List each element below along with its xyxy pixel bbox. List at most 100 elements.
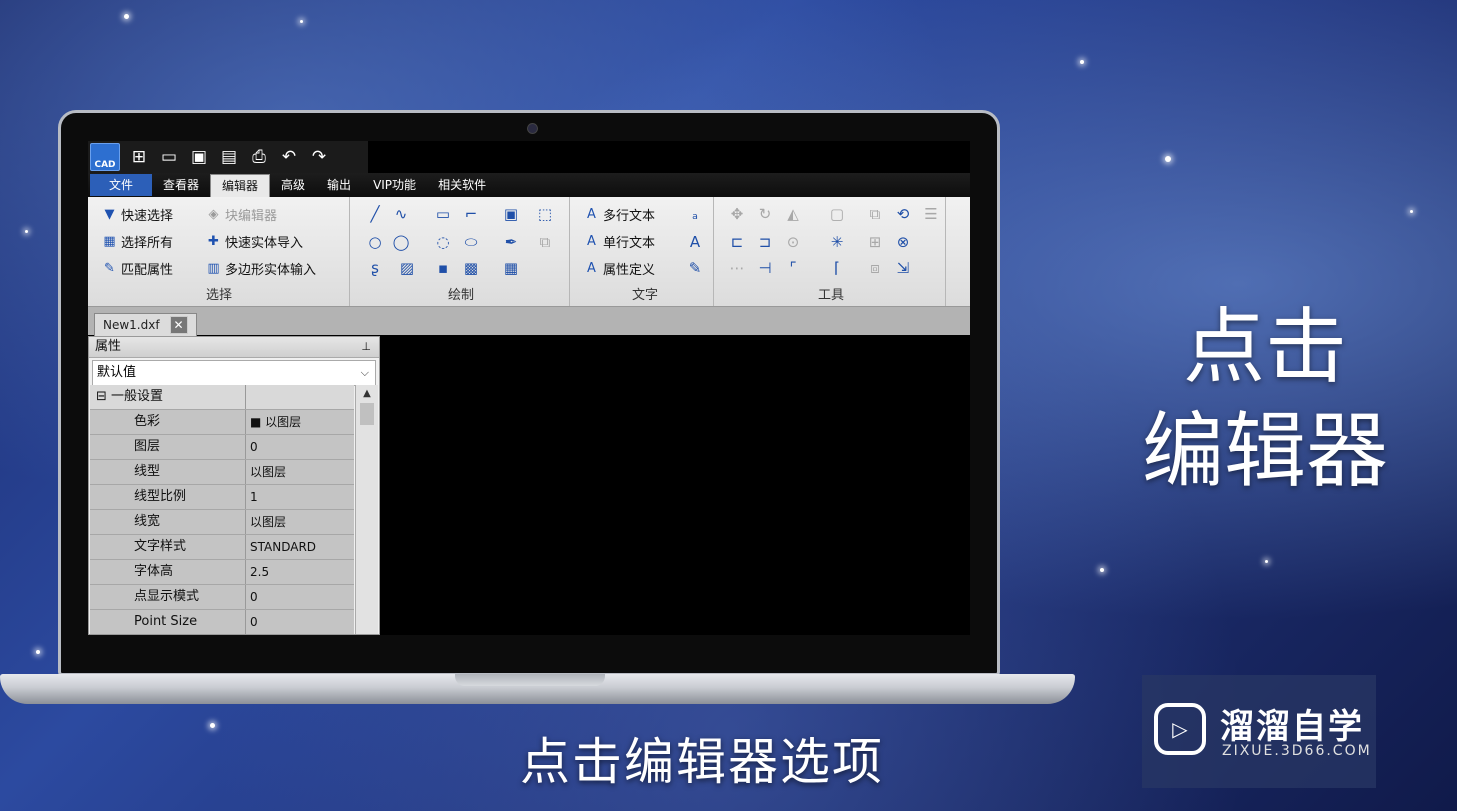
rectangle-icon[interactable]: ▭ — [434, 205, 452, 223]
property-name: 字体高 — [90, 560, 246, 584]
property-value[interactable]: 2.5 — [246, 560, 354, 584]
scroll-up-icon[interactable]: ▲ — [356, 385, 378, 403]
ellipse-icon[interactable]: ⬭ — [462, 233, 480, 251]
property-value[interactable]: 以图层 — [246, 460, 354, 484]
list-icon[interactable]: ☰ — [922, 205, 940, 223]
edit-text-icon[interactable]: ✎ — [686, 259, 704, 277]
freehand-icon[interactable]: ʂ — [366, 259, 384, 277]
app-logo[interactable]: CAD — [90, 143, 120, 171]
property-row[interactable]: 线型 以图层 — [90, 460, 354, 485]
property-row[interactable]: 字体高 2.5 — [90, 560, 354, 585]
pin-icon[interactable]: ⊥ — [361, 337, 371, 357]
save-as-icon[interactable]: ▤ — [218, 146, 240, 168]
pen-icon[interactable]: ✒ — [502, 233, 520, 251]
menu-related-software[interactable]: 相关软件 — [427, 174, 497, 196]
trim-icon[interactable]: ⊐ — [756, 233, 774, 251]
attribute-definition-button[interactable]: A 属性定义 — [584, 259, 655, 278]
move-icon[interactable]: ✥ — [728, 205, 746, 223]
fillet-icon[interactable]: ⌜ — [784, 259, 802, 277]
side-title-line2: 编辑器 — [1141, 404, 1388, 499]
text-icon: A — [587, 234, 596, 249]
property-row[interactable]: 点显示模式 0 — [90, 585, 354, 610]
property-row[interactable]: 图层 0 — [90, 435, 354, 460]
text-style-icon[interactable]: ₐ — [686, 205, 704, 223]
select-all-button[interactable]: ▦ 选择所有 — [102, 232, 173, 251]
copy-icon[interactable]: ⧉ — [866, 205, 884, 223]
property-value[interactable]: 0 — [246, 585, 354, 609]
match-properties-button[interactable]: ✎ 匹配属性 — [102, 259, 173, 278]
hatch-icon[interactable]: ▨ — [398, 259, 416, 277]
print-icon[interactable]: ⎙ — [248, 146, 270, 168]
section-header[interactable]: ⊟ 一般设置 — [90, 385, 354, 410]
polyline-icon[interactable]: ⌐ — [462, 205, 480, 223]
property-row[interactable]: Point Size 0 — [90, 610, 354, 634]
save-icon[interactable]: ▣ — [188, 146, 210, 168]
property-row[interactable]: 文字样式 STANDARD — [90, 535, 354, 560]
offset-icon[interactable]: ⊏ — [728, 233, 746, 251]
group-icon[interactable]: ⊞ — [866, 233, 884, 251]
multiline-text-button[interactable]: A 多行文本 — [584, 205, 655, 224]
menu-editor[interactable]: 编辑器 — [210, 173, 271, 197]
rotate-icon[interactable]: ↻ — [756, 205, 774, 223]
single-line-text-button[interactable]: A 单行文本 — [584, 232, 655, 251]
cad-app-screen: CAD ⊞ ▭ ▣ ▤ ⎙ ↶ ↷ 文件 查看器 编辑器 高级 输出 VIP功能… — [88, 141, 970, 635]
menu-output[interactable]: 输出 — [316, 174, 362, 196]
quick-select-button[interactable]: ▼ 快速选择 — [102, 205, 174, 224]
quick-entity-import-label: 快速实体导入 — [225, 236, 304, 251]
array-icon[interactable]: ▢ — [828, 205, 846, 223]
extend-icon[interactable]: ⊣ — [756, 259, 774, 277]
chamfer-icon[interactable]: ⌈ — [828, 259, 846, 277]
document-tab[interactable]: New1.dxf ✕ — [94, 313, 197, 336]
polygon-entity-input-button[interactable]: ▥ 多边形实体输入 — [206, 259, 316, 278]
property-value[interactable]: 0 — [246, 610, 354, 634]
circle2-icon[interactable]: ◯ — [392, 233, 410, 251]
explode-icon[interactable]: ✳ — [828, 233, 846, 251]
circle-icon[interactable]: ○ — [366, 233, 384, 251]
replace-icon[interactable]: ⟲ — [894, 205, 912, 223]
camera — [527, 123, 538, 134]
region-icon[interactable]: ⬚ — [536, 205, 554, 223]
block-insert-icon[interactable]: ▣ — [502, 205, 520, 223]
quick-entity-import-button[interactable]: ✚ 快速实体导入 — [206, 232, 303, 251]
properties-preset-select[interactable]: 默认值 ⌵ — [92, 360, 376, 386]
menu-viewer[interactable]: 查看器 — [152, 174, 210, 196]
point-icon[interactable]: ▪ — [434, 259, 452, 277]
ungroup-icon[interactable]: ⧈ — [866, 259, 884, 277]
property-value[interactable]: STANDARD — [246, 535, 354, 559]
redo-icon[interactable]: ↷ — [308, 146, 330, 168]
property-value[interactable]: 以图层 — [246, 510, 354, 534]
property-row[interactable]: 线型比例 1 — [90, 485, 354, 510]
block-editor-button[interactable]: ◈ 块编辑器 — [206, 205, 278, 224]
menu-file[interactable]: 文件 — [90, 174, 152, 196]
line-icon[interactable]: ╱ — [366, 205, 384, 223]
property-row[interactable]: 线宽 以图层 — [90, 510, 354, 535]
scrollbar[interactable]: ▲ — [355, 385, 378, 634]
property-value[interactable]: ■ 以图层 — [246, 410, 354, 434]
open-folder-icon[interactable]: ▭ — [158, 146, 180, 168]
image-icon[interactable]: ▩ — [462, 259, 480, 277]
mirror-icon[interactable]: ◭ — [784, 205, 802, 223]
ribbon-group-select: ▼ 快速选择 ▦ 选择所有 ✎ 匹配属性 ◈ 块编辑器 ✚ 快速实体导入 ▥ 多… — [88, 197, 350, 306]
export-icon[interactable]: ⇲ — [894, 259, 912, 277]
menu-advanced[interactable]: 高级 — [270, 174, 316, 196]
spline-icon[interactable]: ∿ — [392, 205, 410, 223]
link-icon[interactable]: ⊗ — [894, 233, 912, 251]
property-value[interactable]: 1 — [246, 485, 354, 509]
text-edit-icon[interactable]: A — [686, 233, 704, 251]
property-value[interactable]: 0 — [246, 435, 354, 459]
arc-icon[interactable]: ◌ — [434, 233, 452, 251]
watermark-title: 溜溜自学 — [1220, 707, 1364, 747]
scale-icon[interactable]: ⊙ — [784, 233, 802, 251]
star — [300, 20, 303, 23]
scroll-thumb[interactable] — [360, 403, 374, 425]
menu-vip[interactable]: VIP功能 — [362, 174, 427, 196]
copy-block-icon[interactable]: ⧉ — [536, 233, 554, 251]
document-tab-label: New1.dxf — [103, 318, 160, 332]
table-icon[interactable]: ▦ — [502, 259, 520, 277]
undo-icon[interactable]: ↶ — [278, 146, 300, 168]
new-icon[interactable]: ⊞ — [128, 146, 150, 168]
property-row[interactable]: 色彩 ■ 以图层 — [90, 410, 354, 435]
close-icon[interactable]: ✕ — [169, 316, 188, 334]
star — [124, 14, 129, 19]
dots-icon[interactable]: ⋯ — [728, 259, 746, 277]
